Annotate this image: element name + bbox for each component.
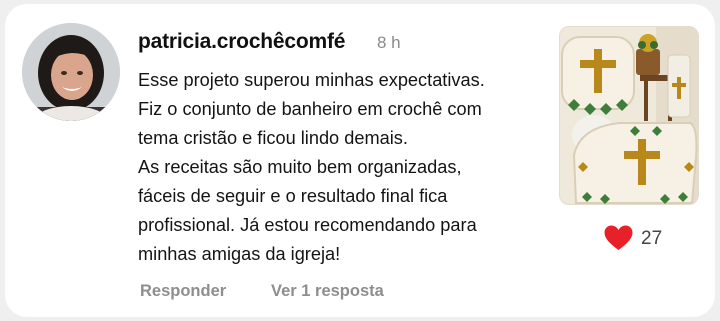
comment-line: fáceis de seguir e o resultado final fic… xyxy=(138,186,448,206)
username[interactable]: patricia.crochêcomfé xyxy=(138,30,345,54)
comment-line: As receitas são muito bem organizadas, xyxy=(138,157,462,177)
comment-line: tema cristão e ficou lindo demais. xyxy=(138,128,408,148)
heart-icon xyxy=(604,225,633,250)
view-replies-link[interactable]: Ver 1 resposta xyxy=(271,282,384,301)
avatar-photo xyxy=(22,23,120,121)
comment-line: profissional. Já estou recomendando para xyxy=(138,215,477,235)
like-button[interactable] xyxy=(604,225,633,251)
timestamp: 8 h xyxy=(377,33,401,52)
reply-button[interactable]: Responder xyxy=(140,282,226,301)
avatar[interactable] xyxy=(22,23,120,121)
crochet-bathroom-set-image xyxy=(560,27,698,204)
comment-line: Esse projeto superou minhas expectativas… xyxy=(138,70,485,90)
attached-photo[interactable] xyxy=(559,26,699,205)
comment-card: patricia.crochêcomfé 8 h Esse projeto su… xyxy=(5,4,715,317)
comment-text: Esse projeto superou minhas expectativas… xyxy=(138,66,558,269)
comment-line: Fiz o conjunto de banheiro em crochê com xyxy=(138,99,482,119)
like-count: 27 xyxy=(641,228,663,249)
comment-line: minhas amigas da igreja! xyxy=(138,244,341,264)
